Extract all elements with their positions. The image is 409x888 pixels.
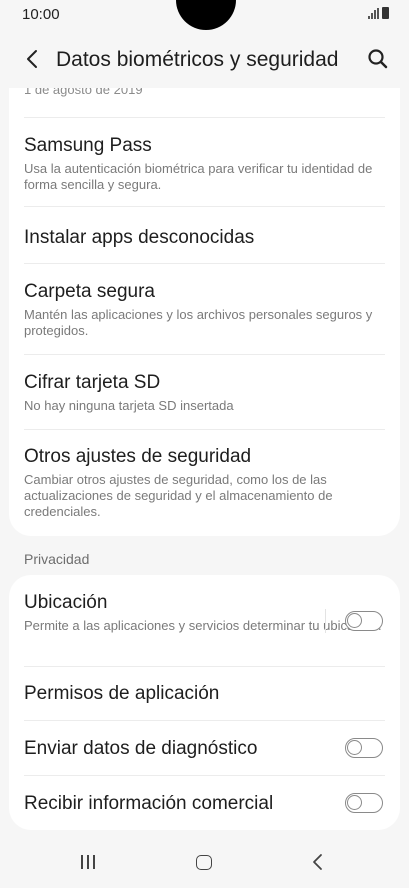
divider: [24, 263, 385, 264]
nav-back-icon[interactable]: [310, 852, 326, 872]
navigation-bar: [0, 838, 409, 888]
vertical-divider: [325, 609, 326, 633]
divider: [24, 775, 385, 776]
list-item-secure-folder[interactable]: Carpeta segura Mantén las aplicaciones y…: [9, 281, 400, 339]
location-toggle[interactable]: [345, 611, 383, 631]
divider: [24, 429, 385, 430]
list-item-send-diagnostics[interactable]: Enviar datos de diagnóstico: [9, 738, 400, 760]
page-title: Datos biométricos y seguridad: [56, 48, 339, 71]
row-title: Cifrar tarjeta SD: [24, 372, 161, 393]
diagnostics-toggle[interactable]: [345, 738, 383, 758]
row-title: Carpeta segura: [24, 281, 155, 302]
home-icon[interactable]: [196, 855, 212, 870]
row-title: Instalar apps desconocidas: [24, 227, 255, 248]
row-title: Permisos de aplicación: [24, 683, 220, 704]
status-icons: [368, 7, 389, 19]
list-item-other-security[interactable]: Otros ajustes de seguridad Cambiar otros…: [9, 446, 400, 520]
list-item-marketing-info[interactable]: Recibir información comercial: [9, 793, 400, 815]
list-item-location[interactable]: Ubicación Permite a las aplicaciones y s…: [9, 592, 400, 634]
row-title: Recibir información comercial: [24, 793, 274, 814]
app-header: Datos biométricos y seguridad: [0, 34, 409, 88]
chevron-left-icon[interactable]: [20, 46, 46, 72]
row-title: Otros ajustes de seguridad: [24, 446, 252, 467]
marketing-toggle[interactable]: [345, 793, 383, 813]
list-item-samsung-pass[interactable]: Samsung Pass Usa la autenticación biomét…: [9, 135, 400, 193]
divider: [24, 117, 385, 118]
row-subtitle: Usa la autenticación biométrica para ver…: [24, 161, 373, 192]
section-header-privacy: Privacidad: [24, 551, 90, 567]
divider: [24, 720, 385, 721]
privacy-card: Ubicación Permite a las aplicaciones y s…: [9, 575, 400, 830]
toggle-knob: [347, 740, 362, 755]
row-title: Samsung Pass: [24, 135, 152, 156]
recent-apps-icon[interactable]: [81, 855, 95, 869]
row-title: Enviar datos de diagnóstico: [24, 738, 258, 759]
divider: [24, 666, 385, 667]
status-time: 10:00: [22, 6, 60, 23]
status-bar: 10:00: [0, 0, 409, 34]
list-item-encrypt-sd[interactable]: Cifrar tarjeta SD No hay ninguna tarjeta…: [9, 372, 400, 414]
battery-icon: [382, 7, 389, 19]
toggle-knob: [347, 795, 362, 810]
divider: [24, 354, 385, 355]
security-card: 1 de agosto de 2019 Samsung Pass Usa la …: [9, 88, 400, 536]
partial-row-text: 1 de agosto de 2019: [24, 88, 143, 97]
row-subtitle: Mantén las aplicaciones y los archivos p…: [24, 307, 373, 338]
screen: 10:00 Datos biométricos y seguridad 1 de…: [0, 0, 409, 888]
list-item-app-permissions[interactable]: Permisos de aplicación: [9, 683, 400, 705]
row-subtitle: No hay ninguna tarjeta SD insertada: [24, 398, 234, 413]
row-subtitle: Permite a las aplicaciones y servicios d…: [24, 618, 382, 633]
row-subtitle: Cambiar otros ajustes de seguridad, como…: [24, 472, 333, 519]
signal-icon: [368, 8, 379, 19]
search-icon[interactable]: [365, 46, 391, 72]
divider: [24, 206, 385, 207]
row-title: Ubicación: [24, 592, 108, 613]
toggle-knob: [347, 613, 362, 628]
camera-notch: [176, 0, 236, 30]
list-item-install-unknown-apps[interactable]: Instalar apps desconocidas: [9, 227, 400, 249]
